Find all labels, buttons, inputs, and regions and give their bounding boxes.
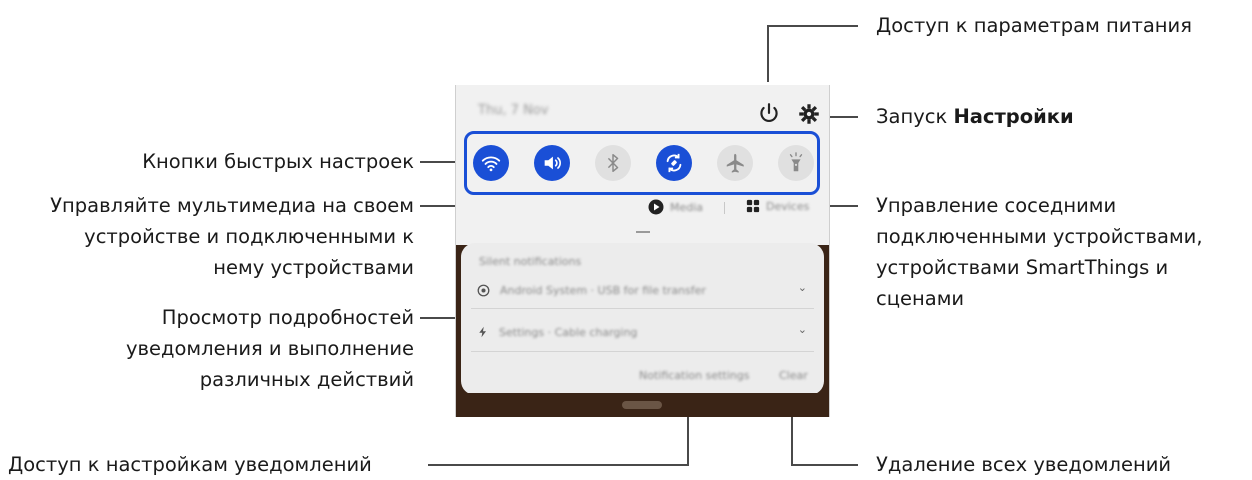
navigation-pill [622,401,662,409]
quick-panel: Thu, 7 Nov Media Devices [456,85,829,245]
bluetooth-icon[interactable] [595,145,631,181]
callout-power: Доступ к параметрам питания [876,14,1192,37]
media-button[interactable]: Media [648,199,703,215]
callout-media: Управляйте мультимедиа на своем устройст… [50,194,414,279]
sound-icon[interactable] [534,145,570,181]
chevron-down-icon[interactable]: ⌄ [798,281,807,294]
notification-divider [471,351,814,352]
settings-app-name: Настройки [953,105,1074,128]
callout-clear-all: Удаление всех уведомлений [876,453,1172,476]
panel-date: Thu, 7 Nov [478,103,549,118]
callout-notification-details: Просмотр подробностей уведомления и выпо… [125,306,414,391]
notification-item[interactable]: Android System · USB for file transfer ⌄ [477,279,807,301]
notification-card: Silent notifications Android System · US… [461,243,824,395]
auto-rotate-icon[interactable] [656,145,692,181]
notification-group-title: Silent notifications [479,255,582,268]
airplane-icon[interactable] [717,145,753,181]
media-separator [724,202,725,214]
android-system-icon [477,284,490,296]
devices-button[interactable]: Devices [746,199,809,213]
callout-quick-settings: Кнопки быстрых настроек [142,150,414,173]
wifi-icon[interactable] [473,145,509,181]
power-icon[interactable] [756,101,782,127]
notification-item[interactable]: Settings · Cable charging ⌄ [477,321,807,343]
callout-devices: Управление соседними подключенными устро… [876,194,1203,310]
notification-divider [471,308,814,309]
media-devices-row: Media Devices [456,197,829,219]
notification-panel-screenshot: Thu, 7 Nov Media Devices Silent notifica… [455,85,830,417]
callout-settings: Запуск Настройки [876,105,1074,128]
media-label: Media [670,200,704,214]
play-icon [648,199,664,215]
notification-text: Android System · USB for file transfer [500,283,706,297]
home-screen-background [456,393,829,417]
gear-icon[interactable] [796,101,822,127]
charging-icon [479,326,486,338]
flashlight-icon[interactable] [778,145,814,181]
quick-settings-buttons [464,131,820,195]
panel-handle[interactable] [636,231,650,233]
notification-settings-button[interactable]: Notification settings [639,369,749,382]
devices-label: Devices [766,199,810,213]
callout-notification-settings: Доступ к настройкам уведомлений [8,453,372,476]
notification-text: Settings · Cable charging [499,325,638,339]
clear-all-button[interactable]: Clear [779,369,808,382]
chevron-down-icon[interactable]: ⌄ [798,323,807,336]
devices-grid-icon [746,199,760,213]
